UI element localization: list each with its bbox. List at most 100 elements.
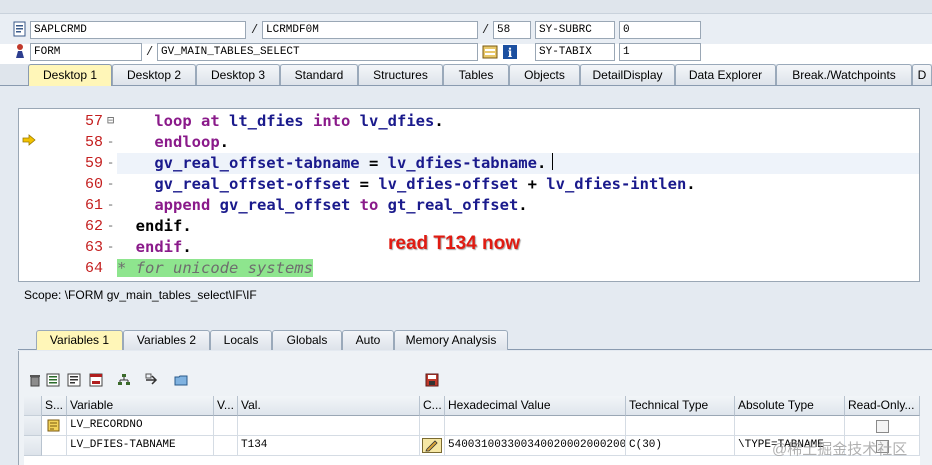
tab-standard[interactable]: Standard: [280, 64, 358, 85]
operator-token: .: [536, 154, 547, 172]
table-row-status: [42, 416, 67, 436]
read-only-checkbox[interactable]: [876, 420, 889, 433]
identifier-token: gv_real_offset: [219, 196, 360, 214]
tab-more[interactable]: D: [912, 64, 932, 85]
operator-token: +: [527, 175, 547, 193]
table-row-v: [214, 416, 238, 436]
navigate-icon[interactable]: [145, 373, 159, 387]
system-field-name[interactable]: SY-SUBRC: [535, 21, 615, 39]
keyword-token: append: [154, 196, 220, 214]
save-icon[interactable]: [425, 373, 439, 387]
structure-icon[interactable]: [482, 44, 498, 60]
list-icon[interactable]: [46, 373, 60, 387]
tab-breakpoints[interactable]: Break./Watchpoints: [776, 64, 912, 85]
line-number: 58: [84, 134, 103, 151]
column-header-change[interactable]: C...: [420, 396, 445, 416]
table-row-read-only: [845, 416, 920, 436]
identifier-token: lv_dfies-intlen: [546, 175, 687, 193]
code-line[interactable]: 58- endloop.: [19, 132, 919, 153]
grid-corner: [24, 396, 42, 416]
identifier-token: gv_real_offset-tabname: [154, 154, 369, 172]
table-row-hex: 5400310033003400200020002000...: [445, 436, 626, 456]
tab-desktop-3[interactable]: Desktop 3: [196, 64, 280, 85]
column-header-v[interactable]: V...: [214, 396, 238, 416]
tab-auto[interactable]: Auto: [342, 330, 394, 350]
fold-guide: -: [107, 177, 115, 191]
include-field[interactable]: LCRMDF0M: [262, 21, 478, 39]
system-field-value[interactable]: 0: [619, 21, 701, 39]
keyword-token: loop at: [154, 112, 229, 130]
table-row-variable[interactable]: LV_DFIES-TABNAME: [67, 436, 214, 456]
operator-token: .: [219, 133, 229, 151]
tab-tables[interactable]: Tables: [443, 64, 509, 85]
tab-variables-1[interactable]: Variables 1: [36, 330, 123, 350]
source-code-editor[interactable]: 57 ⊟ loop at lt_dfies into lv_dfies. 58- e…: [18, 108, 920, 282]
details-icon[interactable]: [67, 373, 81, 387]
tab-variables-2[interactable]: Variables 2: [123, 330, 210, 350]
column-header-read-only[interactable]: Read-Only...: [845, 396, 920, 416]
identifier-token: lv_dfies-offset: [378, 175, 528, 193]
event-type-field[interactable]: FORM: [30, 43, 142, 61]
operator-token: .: [518, 196, 528, 214]
info-icon[interactable]: i: [502, 44, 518, 60]
event-name-field[interactable]: GV_MAIN_TABLES_SELECT: [157, 43, 478, 61]
source-text: loop at lt_dfies into lv_dfies.: [117, 111, 444, 132]
operator-token: .: [182, 238, 192, 256]
tab-locals[interactable]: Locals: [210, 330, 272, 350]
tab-globals[interactable]: Globals: [272, 330, 342, 350]
column-header-absolute-type[interactable]: Absolute Type: [735, 396, 845, 416]
separator: /: [146, 45, 154, 59]
keyword-token: into: [312, 112, 360, 130]
fold-guide: -: [107, 135, 115, 149]
table-row-variable[interactable]: LV_RECORDNO: [67, 416, 214, 436]
keyword-token: to: [359, 196, 388, 214]
identifier-token: lv_dfies: [359, 112, 435, 130]
table-row-value[interactable]: T134: [238, 436, 420, 456]
tab-objects[interactable]: Objects: [509, 64, 580, 85]
system-field-name[interactable]: SY-TABIX: [535, 43, 615, 61]
row-selector[interactable]: [24, 416, 42, 436]
code-line[interactable]: 61- append gv_real_offset to gt_real_off…: [19, 195, 919, 216]
separator: /: [251, 23, 259, 37]
text-cursor: [552, 153, 553, 170]
tab-memory-analysis[interactable]: Memory Analysis: [394, 330, 508, 350]
code-line[interactable]: 64 * for unicode systems: [19, 258, 919, 279]
system-field-value[interactable]: 1: [619, 43, 701, 61]
edit-pencil-icon[interactable]: [422, 438, 442, 453]
program-field[interactable]: SAPLCRMD: [30, 21, 246, 39]
column-header-hex[interactable]: Hexadecimal Value: [445, 396, 626, 416]
fold-guide: -: [107, 219, 115, 233]
table-row-status: [42, 436, 67, 456]
fold-guide: -: [107, 240, 115, 254]
table-row-value[interactable]: [238, 416, 420, 436]
code-line[interactable]: 59- gv_real_offset-tabname = lv_dfies-ta…: [19, 153, 919, 174]
fold-guide: -: [107, 156, 115, 170]
collapse-block-icon[interactable]: ⊟: [107, 111, 114, 132]
table-icon[interactable]: [89, 373, 103, 387]
column-header-status[interactable]: S...: [42, 396, 67, 416]
form-icon: [16, 44, 24, 58]
comment-token: * for unicode systems: [117, 259, 313, 277]
folder-icon[interactable]: [174, 373, 188, 387]
tab-data-explorer[interactable]: Data Explorer: [675, 64, 776, 85]
annotation-text: read T134 now: [388, 233, 520, 254]
tab-desktop-2[interactable]: Desktop 2: [112, 64, 196, 85]
operator-token: .: [434, 112, 444, 130]
tab-structures[interactable]: Structures: [358, 64, 443, 85]
line-number: 61: [84, 197, 103, 214]
delete-icon[interactable]: [28, 373, 42, 387]
tab-detaildisplay[interactable]: DetailDisplay: [580, 64, 675, 85]
code-line[interactable]: 57 ⊟ loop at lt_dfies into lv_dfies.: [19, 111, 919, 132]
row-selector[interactable]: [24, 436, 42, 456]
line-number-field[interactable]: 58: [493, 21, 531, 39]
column-header-technical-type[interactable]: Technical Type: [626, 396, 735, 416]
code-line[interactable]: 60- gv_real_offset-offset = lv_dfies-off…: [19, 174, 919, 195]
top-strip: [0, 0, 932, 14]
column-header-variable[interactable]: Variable: [67, 396, 214, 416]
column-header-value[interactable]: Val.: [238, 396, 420, 416]
tab-desktop-1[interactable]: Desktop 1: [28, 64, 112, 86]
hierarchy-icon[interactable]: [117, 373, 131, 387]
